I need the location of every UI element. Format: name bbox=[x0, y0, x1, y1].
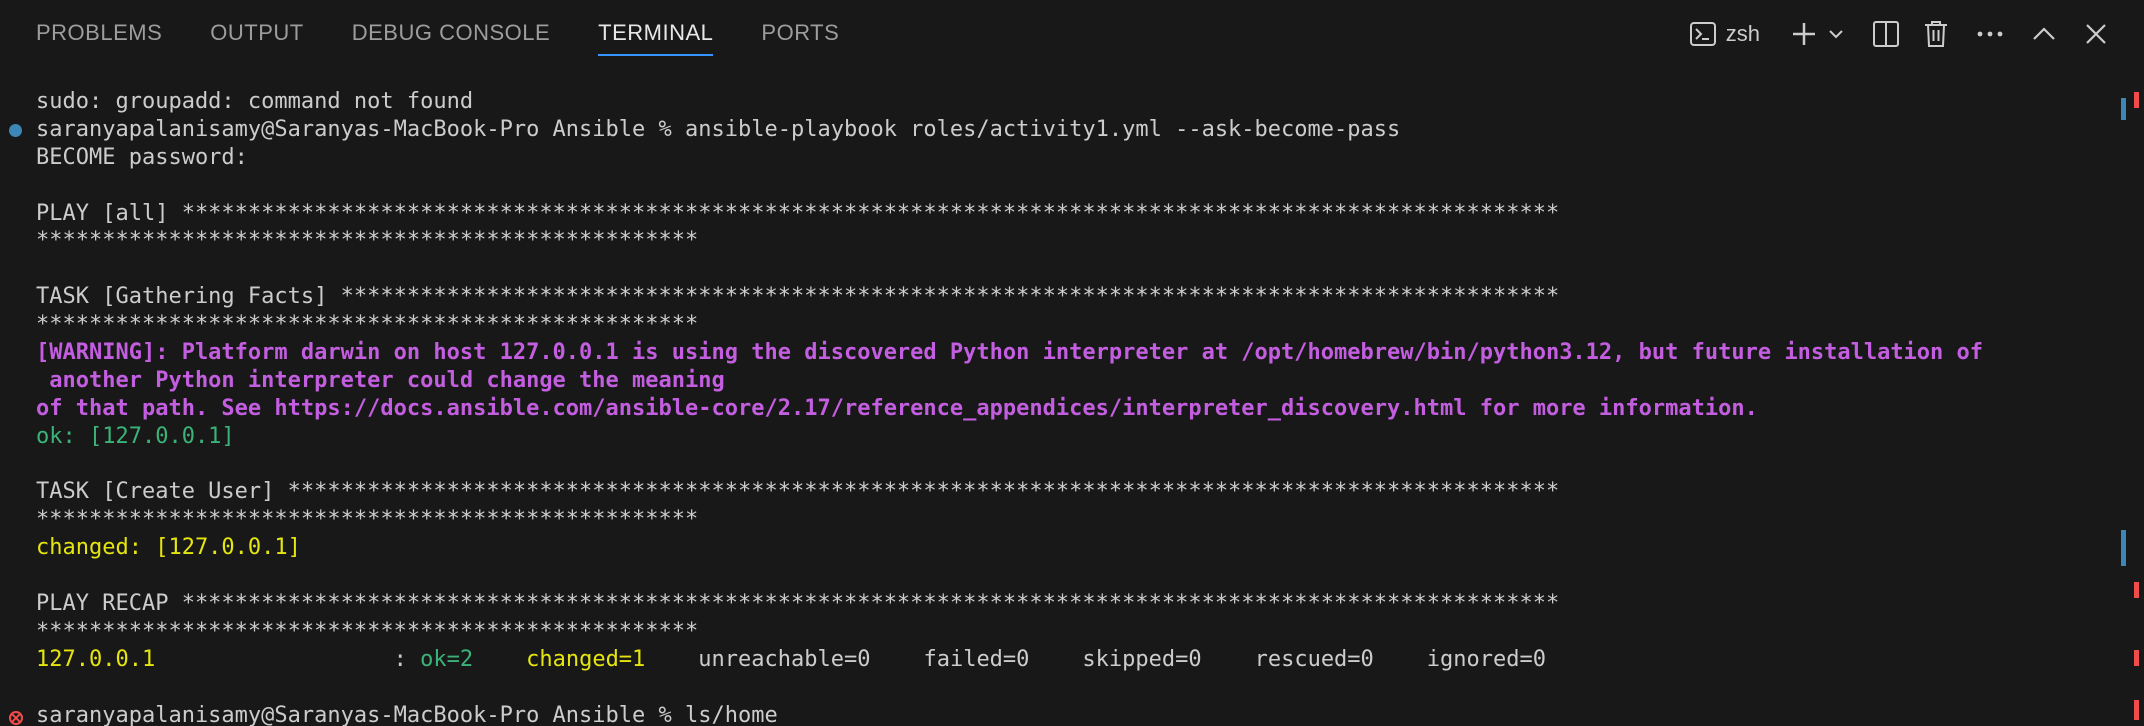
overview-marker bbox=[2134, 582, 2139, 598]
command-error-icon[interactable] bbox=[9, 710, 23, 725]
kill-terminal-button[interactable] bbox=[1918, 14, 1954, 54]
terminal-line: TASK [Create User] *********************… bbox=[36, 478, 2116, 506]
tab-terminal[interactable]: TERMINAL bbox=[598, 0, 714, 68]
overview-marker bbox=[2121, 530, 2126, 566]
terminal-line: sudo: groupadd: command not found bbox=[36, 88, 2116, 116]
command-success-icon[interactable] bbox=[9, 123, 22, 137]
chevron-down-icon bbox=[1828, 28, 1844, 40]
terminal-text: ****************************************… bbox=[36, 228, 699, 254]
maximize-panel-button[interactable] bbox=[2026, 14, 2062, 54]
overview-ruler[interactable] bbox=[2114, 0, 2144, 726]
terminal-lines: sudo: groupadd: command not found saranya… bbox=[9, 88, 2116, 726]
terminal-text: ok=2 bbox=[420, 646, 474, 672]
tab-problems[interactable]: PROBLEMS bbox=[36, 0, 162, 68]
terminal-line: ****************************************… bbox=[36, 618, 2116, 646]
terminal-text: ****************************************… bbox=[36, 312, 699, 338]
terminal-line: BECOME password: bbox=[36, 144, 2116, 172]
terminal-profile-button[interactable]: zsh bbox=[1689, 14, 1760, 54]
tab-output[interactable]: OUTPUT bbox=[210, 0, 303, 68]
shell-name: zsh bbox=[1725, 21, 1760, 46]
panel-tabs: PROBLEMS OUTPUT DEBUG CONSOLE TERMINAL PORTS bbox=[36, 0, 887, 68]
tab-ports[interactable]: PORTS bbox=[761, 0, 839, 68]
terminal-text: unreachable=0 failed=0 skipped=0 rescued… bbox=[645, 646, 1546, 672]
terminal-line: ****************************************… bbox=[36, 506, 2116, 534]
terminal-text: : bbox=[155, 646, 421, 672]
trash-icon bbox=[1924, 20, 1948, 48]
terminal-text: ok: [127.0.0.1] bbox=[36, 423, 235, 449]
tab-debug-console[interactable]: DEBUG CONSOLE bbox=[352, 0, 550, 68]
terminal-text: saranyapalanisamy@Saranyas-MacBook-Pro A… bbox=[36, 116, 1401, 142]
terminal-text: TASK [Create User] *********************… bbox=[36, 479, 1560, 505]
terminal-line: PLAY [all] *****************************… bbox=[36, 200, 2116, 228]
terminal-text: PLAY [all] *****************************… bbox=[36, 200, 1560, 226]
terminal-text: PLAY RECAP *****************************… bbox=[36, 591, 1560, 617]
terminal-line: [WARNING]: Platform darwin on host 127.0… bbox=[36, 339, 2116, 367]
terminal-text: changed=1 bbox=[526, 646, 646, 672]
split-icon bbox=[1873, 21, 1899, 47]
terminal-text: another Python interpreter could change … bbox=[36, 367, 725, 393]
terminal-output[interactable]: sudo: groupadd: command not found saranya… bbox=[0, 68, 2144, 726]
terminal-line: of that path. See https://docs.ansible.c… bbox=[36, 395, 2116, 423]
terminal-text: BECOME password: bbox=[36, 144, 248, 170]
terminal-text: saranyapalanisamy@Saranyas-MacBook-Pro A… bbox=[36, 702, 778, 726]
terminal-icon bbox=[1689, 22, 1716, 46]
overview-marker bbox=[2134, 92, 2139, 108]
overview-marker bbox=[2134, 650, 2139, 666]
close-icon bbox=[2085, 23, 2107, 45]
overview-marker bbox=[2134, 700, 2139, 720]
terminal-text: of that path. See https://docs.ansible.c… bbox=[36, 395, 1758, 421]
more-icon bbox=[1977, 31, 2003, 37]
terminal-text: ****************************************… bbox=[36, 618, 699, 644]
new-terminal-button[interactable] bbox=[1786, 14, 1822, 54]
terminal-text: changed: [127.0.0.1] bbox=[36, 535, 301, 561]
terminal-line: 127.0.0.1 : ok=2 changed=1 unreachable=0… bbox=[36, 646, 2116, 674]
overview-marker bbox=[2121, 98, 2126, 120]
split-terminal-button[interactable] bbox=[1868, 14, 1904, 54]
terminal-line: ****************************************… bbox=[36, 311, 2116, 339]
terminal-line: saranyapalanisamy@Saranyas-MacBook-Pro A… bbox=[9, 116, 2116, 144]
terminal-line: another Python interpreter could change … bbox=[36, 367, 2116, 395]
terminal-line: saranyapalanisamy@Saranyas-MacBook-Pro A… bbox=[9, 702, 2116, 726]
terminal-line: TASK [Gathering Facts] *****************… bbox=[36, 283, 2116, 311]
more-actions-button[interactable] bbox=[1972, 14, 2008, 54]
terminal-line: changed: [127.0.0.1] bbox=[36, 534, 2116, 562]
terminal-line: ****************************************… bbox=[36, 227, 2116, 255]
terminal-actions: zsh bbox=[1676, 0, 2114, 68]
terminal-text: sudo: groupadd: command not found bbox=[36, 89, 474, 114]
terminal-launch-profile-dropdown[interactable] bbox=[1826, 14, 1846, 54]
terminal-text: [WARNING]: Platform darwin on host 127.0… bbox=[36, 340, 1984, 366]
panel-header: PROBLEMS OUTPUT DEBUG CONSOLE TERMINAL PORTS… bbox=[0, 0, 2144, 68]
plus-icon bbox=[1792, 22, 1816, 46]
terminal-line: PLAY RECAP *****************************… bbox=[36, 590, 2116, 618]
terminal-text: 127.0.0.1 bbox=[36, 646, 156, 672]
terminal-text: ****************************************… bbox=[36, 507, 699, 533]
chevron-up-icon bbox=[2032, 26, 2056, 42]
terminal-line: ok: [127.0.0.1] bbox=[36, 423, 2116, 451]
terminal-text: TASK [Gathering Facts] *****************… bbox=[36, 284, 1560, 310]
close-panel-button[interactable] bbox=[2078, 14, 2114, 54]
